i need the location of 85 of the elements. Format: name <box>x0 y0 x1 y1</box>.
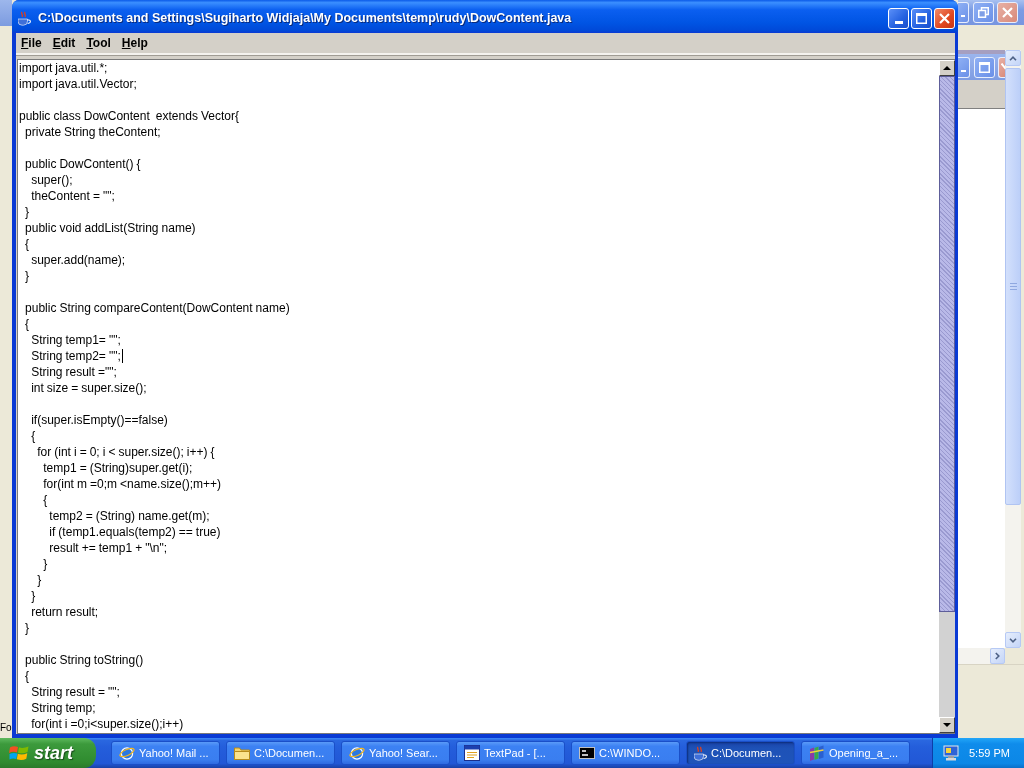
menu-item[interactable]: Tool <box>81 35 116 51</box>
code-line: { <box>24 668 30 684</box>
right-chevron-icon <box>995 652 1000 660</box>
minimize-icon <box>961 15 965 17</box>
scrollbar-thumb[interactable] <box>939 76 955 612</box>
code-line: { <box>24 316 30 332</box>
toolbar <box>958 80 1005 109</box>
code-line: String temp1= ""; <box>30 332 121 348</box>
terminal-icon <box>579 747 595 759</box>
notepad-icon <box>464 745 480 761</box>
code-line: int size = super.size(); <box>30 380 147 396</box>
restore-icon <box>978 7 989 18</box>
code-line: if(super.isEmpty()==false) <box>30 412 168 428</box>
code-line: import java.util.Vector; <box>19 76 137 92</box>
code-line: if (temp1.equals(temp2) == true) <box>48 524 221 540</box>
taskbar-button[interactable]: C:\Documen... <box>226 741 335 765</box>
code-line: for(int m =0;m <name.size();m++) <box>42 476 222 492</box>
code-line: } <box>24 204 30 220</box>
taskbar-button[interactable]: Yahoo! Mail ... <box>111 741 220 765</box>
down-arrow-icon <box>943 723 951 727</box>
code-line: public void addList(String name) <box>24 220 196 236</box>
code-line: temp2 = (String) name.get(m); <box>48 508 210 524</box>
code-line: public class DowContent extends Vector{ <box>19 108 239 124</box>
maximize-button[interactable] <box>974 56 995 78</box>
code-line: } <box>30 588 36 604</box>
status-text: Fo <box>0 722 12 734</box>
menu-item[interactable]: File <box>16 35 47 51</box>
taskbar-button[interactable]: C:\Documen... <box>686 741 795 765</box>
code-line: { <box>42 492 48 508</box>
start-button[interactable]: start <box>0 738 96 768</box>
code-line: } <box>36 572 42 588</box>
code-line: String result =""; <box>30 364 117 380</box>
grip-icon <box>1009 283 1017 290</box>
code-line: String temp; <box>30 700 96 716</box>
menu-item[interactable]: Help <box>116 35 153 51</box>
minimize-button[interactable] <box>958 2 969 23</box>
code-line: super.add(name); <box>30 252 126 268</box>
window-title: C:\Documents and Settings\Sugiharto Widjaja\My Documents\temp\rudy\DowContent.java <box>38 11 573 25</box>
coffee-cup-icon <box>18 10 31 26</box>
flag-icon <box>9 744 29 762</box>
code-line: import java.util.*; <box>19 60 108 76</box>
taskbar-button[interactable]: Opening_a_... <box>801 741 910 765</box>
code-line: { <box>24 236 30 252</box>
code-line: for(int i =0;i<super.size();i++) <box>30 716 184 732</box>
code-line: } <box>24 620 30 636</box>
scrollbar-thumb[interactable] <box>1005 68 1021 505</box>
code-line: public DowContent() { <box>24 156 141 172</box>
minimize-icon <box>894 20 903 24</box>
close-icon <box>1001 63 1007 71</box>
restore-button[interactable] <box>973 2 994 23</box>
code-line: public String toString() <box>24 652 144 668</box>
down-chevron-icon <box>1009 637 1017 643</box>
books-icon <box>809 745 825 761</box>
code-line: } <box>24 268 30 284</box>
code-line: String result = ""; <box>30 684 120 700</box>
code-line: String temp2= ""; <box>30 348 121 364</box>
code-line: for (int i = 0; i < super.size(); i++) { <box>36 444 215 460</box>
taskbar-button[interactable]: Yahoo! Sear... <box>341 741 450 765</box>
close-icon <box>939 12 950 24</box>
folder-icon <box>234 746 250 760</box>
code-line: theContent = ""; <box>30 188 115 204</box>
code-line: temp1 = (String)super.get(i); <box>42 460 193 476</box>
monitor-icon[interactable] <box>943 745 959 761</box>
taskbar-button[interactable]: C:\WINDO... <box>571 741 680 765</box>
globe-icon <box>349 745 365 761</box>
close-icon <box>1002 7 1013 18</box>
maximize-icon <box>979 61 990 73</box>
globe-icon <box>119 745 135 761</box>
minimize-icon <box>961 69 966 72</box>
maximize-icon <box>916 12 927 24</box>
code-line: result += temp1 + "\n"; <box>48 540 168 556</box>
up-chevron-icon <box>1009 55 1017 61</box>
code-line: return result; <box>30 604 99 620</box>
taskbar-button[interactable]: TextPad - [... <box>456 741 565 765</box>
clock: 5:59 PM <box>969 747 1010 759</box>
code-line: public String compareContent(DowContent name) <box>24 300 290 316</box>
code-line: super(); <box>30 172 73 188</box>
code-line: { <box>30 428 36 444</box>
menu-item[interactable]: Edit <box>47 35 81 51</box>
code-line: } <box>42 556 48 572</box>
code-line: private String theContent; <box>24 124 161 140</box>
coffee-cup-icon <box>694 745 707 761</box>
up-arrow-icon <box>943 66 951 70</box>
scroll-right-button[interactable] <box>990 648 1005 664</box>
close-button[interactable] <box>997 2 1018 23</box>
